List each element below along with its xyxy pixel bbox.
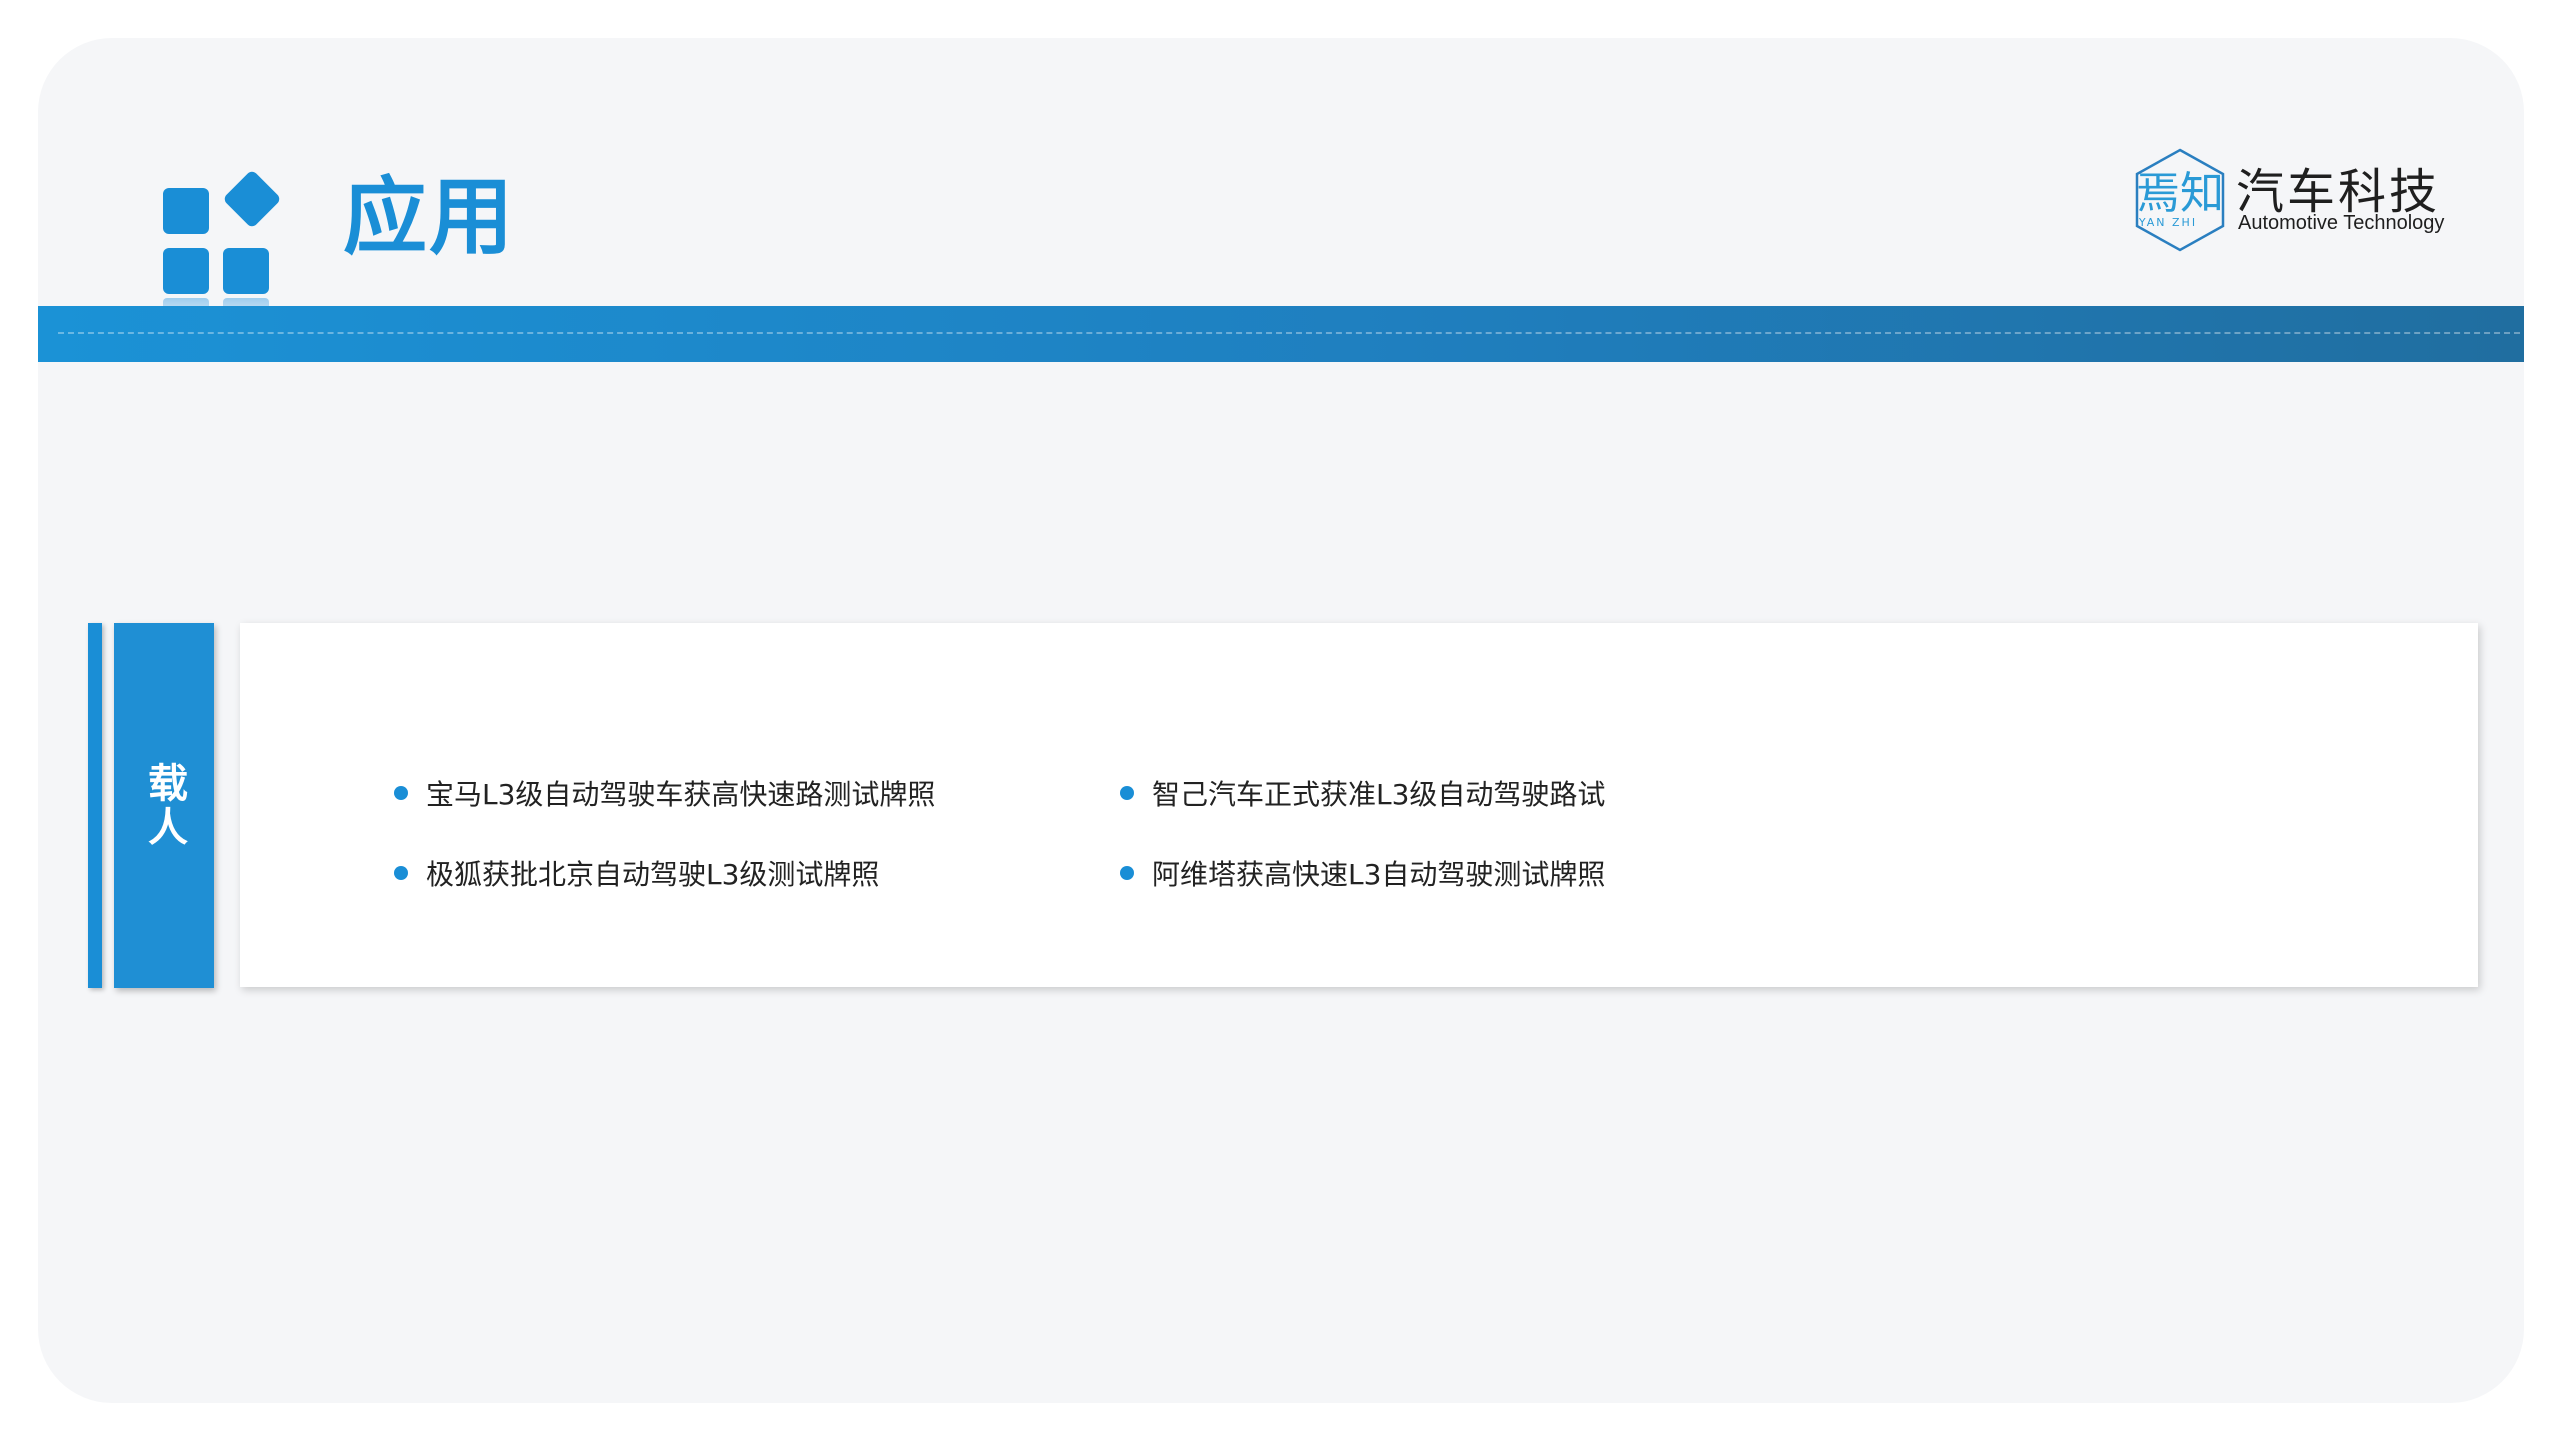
list-item-text: 智己汽车正式获准L3级自动驾驶路试 bbox=[1152, 778, 1606, 811]
grid-diamond bbox=[222, 169, 282, 229]
list-item: 极狐获批北京自动驾驶L3级测试牌照 bbox=[394, 853, 879, 893]
bullet-dot-icon bbox=[394, 866, 408, 880]
list-item: 宝马L3级自动驾驶车获高快速路测试牌照 bbox=[394, 773, 935, 813]
list-item-text: 宝马L3级自动驾驶车获高快速路测试牌照 bbox=[426, 778, 936, 811]
section-label-box: 载人 bbox=[114, 623, 214, 988]
band-dashed-line bbox=[58, 332, 2520, 334]
hexagon-logo-icon: 焉知 YAN ZHI bbox=[2135, 148, 2225, 252]
section-label: 载人 bbox=[141, 761, 187, 850]
list-item: 智己汽车正式获准L3级自动驾驶路试 bbox=[1120, 773, 1605, 813]
list-item: 阿维塔获高快速L3自动驾驶测试牌照 bbox=[1120, 853, 1605, 893]
logo-sub: YAN ZHI bbox=[2138, 216, 2197, 229]
page-title: 应用 bbox=[343, 168, 516, 266]
list-item-text: 极狐获批北京自动驾驶L3级测试牌照 bbox=[426, 858, 880, 891]
bullet-dot-icon bbox=[394, 786, 408, 800]
bullet-dot-icon bbox=[1120, 786, 1134, 800]
logo-mark: 焉知 bbox=[2136, 168, 2224, 219]
section-accent-bar bbox=[88, 623, 102, 988]
slide: 应用 焉知 YAN ZHI 汽车科技 Automotive Technology… bbox=[38, 38, 2524, 1403]
content-card: 宝马L3级自动驾驶车获高快速路测试牌照 智己汽车正式获准L3级自动驾驶路试 极狐… bbox=[240, 623, 2478, 987]
brand-logo: 焉知 YAN ZHI 汽车科技 Automotive Technology bbox=[2128, 146, 2478, 266]
header-band bbox=[38, 306, 2524, 362]
bullet-dot-icon bbox=[1120, 866, 1134, 880]
grid-square bbox=[223, 248, 269, 294]
grid-square bbox=[163, 188, 209, 234]
list-item-text: 阿维塔获高快速L3自动驾驶测试牌照 bbox=[1152, 858, 1606, 891]
grid-square bbox=[163, 248, 209, 294]
brand-name-en: Automotive Technology bbox=[2238, 212, 2445, 234]
